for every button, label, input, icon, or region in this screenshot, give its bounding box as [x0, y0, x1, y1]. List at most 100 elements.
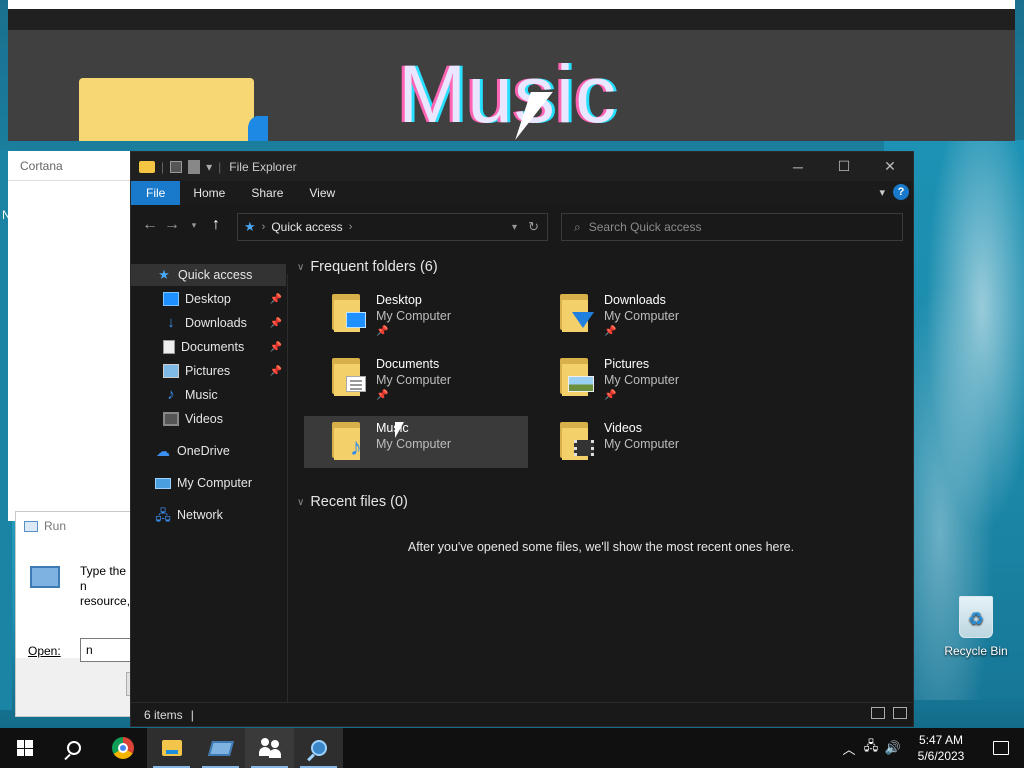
- recycle-bin-label: Recycle Bin: [944, 644, 1008, 658]
- pin-icon: 📌: [604, 390, 617, 401]
- view-switcher: [871, 707, 907, 719]
- taskbar-people[interactable]: [245, 728, 294, 768]
- taskbar-chrome[interactable]: [98, 728, 147, 768]
- network-icon[interactable]: 🖧: [860, 737, 882, 759]
- sidebar-item-label: Documents: [181, 340, 245, 354]
- action-center-button[interactable]: [978, 741, 1024, 755]
- desktop-icon: [163, 292, 179, 306]
- star-icon: ★: [158, 267, 170, 282]
- window-title: File Explorer: [229, 159, 297, 174]
- folder-location: My Computer: [604, 373, 680, 387]
- folder-tile-pictures[interactable]: Pictures My Computer 📌: [532, 352, 756, 404]
- folder-tile-videos[interactable]: Videos My Computer: [532, 416, 756, 468]
- sidebar-item-downloads[interactable]: ↓ Downloads 📌: [131, 312, 286, 334]
- status-separator: |: [190, 707, 194, 722]
- breadcrumb-separator-icon[interactable]: ›: [262, 221, 266, 233]
- pin-icon: 📌: [376, 390, 389, 401]
- sidebar-item-label: Music: [185, 388, 218, 402]
- taskbar-run[interactable]: [196, 728, 245, 768]
- volume-icon[interactable]: 🔊: [882, 740, 904, 756]
- quick-access-star-icon: ★: [244, 219, 256, 234]
- collapse-chevron-icon[interactable]: ∨: [297, 497, 304, 508]
- pin-icon: 📌: [269, 317, 282, 329]
- breadcrumb-quick-access[interactable]: Quick access: [271, 220, 342, 234]
- file-explorer-window[interactable]: | ▾ | File Explorer ─ ☐ ✕ File Home Shar…: [130, 151, 914, 727]
- recent-locations-icon[interactable]: ▾: [183, 220, 205, 231]
- close-button[interactable]: ✕: [867, 152, 913, 181]
- expand-ribbon-icon[interactable]: ▾: [879, 186, 885, 199]
- run-dialog[interactable]: Run Type the n resource, Open: n: [15, 511, 140, 717]
- forward-button[interactable]: →: [161, 216, 183, 234]
- folder-tile-downloads[interactable]: Downloads My Computer 📌: [532, 288, 756, 340]
- folder-location: My Computer: [376, 309, 452, 323]
- customize-toolbar-icon[interactable]: ▾: [206, 160, 212, 174]
- folder-icon: [558, 420, 598, 460]
- sidebar-item-documents[interactable]: Documents 📌: [131, 336, 286, 358]
- folder-name: Downloads: [604, 293, 666, 307]
- film-overlay-icon: [574, 440, 594, 456]
- folder-location: My Computer: [604, 309, 680, 323]
- search-placeholder: Search Quick access: [588, 220, 702, 234]
- run-desc-line2: resource,: [80, 594, 131, 608]
- run-titlebar[interactable]: Run: [16, 512, 134, 540]
- taskbar-file-explorer[interactable]: [147, 728, 196, 768]
- group-title: Recent files (0): [310, 494, 408, 510]
- recycle-bin[interactable]: Recycle Bin: [943, 596, 1009, 658]
- address-bar[interactable]: ★ › Quick access › ▾ ↻: [237, 213, 548, 241]
- folder-tile-desktop[interactable]: Desktop My Computer 📌: [304, 288, 528, 340]
- large-icons-view-icon[interactable]: [893, 707, 907, 719]
- frequent-folders-header[interactable]: ∨ Frequent folders (6): [297, 259, 438, 275]
- folder-tile-documents[interactable]: Documents My Computer 📌: [304, 352, 528, 404]
- maximize-button[interactable]: ☐: [821, 152, 867, 181]
- clock[interactable]: 5:47 AM 5/6/2023: [904, 732, 978, 764]
- tab-share[interactable]: Share: [238, 181, 296, 205]
- minimize-button[interactable]: ─: [775, 152, 821, 181]
- back-button[interactable]: ←: [139, 216, 161, 234]
- sidebar-item-onedrive[interactable]: ☁ OneDrive: [131, 440, 286, 462]
- tab-file[interactable]: File: [131, 181, 181, 205]
- ribbon-right-controls: ▾ ?: [879, 184, 909, 200]
- sidebar-item-videos[interactable]: Videos: [131, 408, 286, 430]
- details-view-icon[interactable]: [871, 707, 885, 719]
- preview-topline: [8, 0, 1015, 9]
- up-button[interactable]: ↑: [205, 216, 227, 234]
- taskbar-preview: Music: [8, 0, 1015, 141]
- sidebar-item-music[interactable]: ♪ Music: [131, 384, 286, 406]
- clock-date: 5/6/2023: [917, 749, 965, 763]
- help-icon[interactable]: ?: [893, 184, 909, 200]
- collapse-chevron-icon[interactable]: ∨: [297, 262, 304, 273]
- download-arrow-icon: [572, 312, 594, 328]
- pin-icon: 📌: [269, 341, 282, 353]
- tab-home[interactable]: Home: [180, 181, 238, 205]
- sidebar-item-quick-access[interactable]: ★ Quick access: [131, 264, 286, 286]
- windows-logo-icon: [16, 740, 33, 756]
- taskbar-search-button[interactable]: [49, 728, 98, 768]
- folder-icon: ♪: [330, 420, 370, 460]
- sidebar-item-my-computer[interactable]: My Computer: [131, 472, 286, 494]
- folder-name: Desktop: [376, 293, 422, 307]
- taskbar-magnifier[interactable]: [294, 728, 343, 768]
- recent-empty-message: After you've opened some files, we'll sh…: [407, 540, 795, 554]
- quick-access-toolbar: | ▾ |: [131, 159, 221, 174]
- sidebar-item-desktop[interactable]: Desktop 📌: [131, 288, 286, 310]
- sidebar-item-pictures[interactable]: Pictures 📌: [131, 360, 286, 382]
- show-hidden-icons-chevron-icon[interactable]: ︿: [838, 739, 860, 758]
- folder-icon: [558, 356, 598, 396]
- music-icon: ♪: [167, 386, 175, 403]
- properties-icon[interactable]: [170, 160, 183, 173]
- breadcrumb-chevron-icon[interactable]: ›: [349, 221, 353, 233]
- desktop-overlay-icon: [346, 312, 366, 328]
- music-note-icon: ♪: [350, 434, 362, 461]
- search-box[interactable]: ⌕ Search Quick access: [561, 213, 903, 241]
- sidebar-item-network[interactable]: 🖧 Network: [131, 504, 286, 526]
- navigation-pane: ★ Quick access Desktop 📌 ↓ Downloads 📌 D…: [131, 264, 288, 704]
- start-button[interactable]: [0, 728, 49, 768]
- address-dropdown-icon[interactable]: ▾: [512, 222, 517, 233]
- tab-view[interactable]: View: [296, 181, 348, 205]
- refresh-icon[interactable]: ↻: [528, 219, 539, 235]
- recent-files-header[interactable]: ∨ Recent files (0): [297, 494, 408, 510]
- folder-tile-music[interactable]: ♪ Music My Computer: [304, 416, 528, 468]
- new-folder-icon[interactable]: [188, 159, 201, 174]
- explorer-titlebar[interactable]: | ▾ | File Explorer ─ ☐ ✕: [131, 152, 913, 181]
- pin-icon: 📌: [269, 293, 282, 305]
